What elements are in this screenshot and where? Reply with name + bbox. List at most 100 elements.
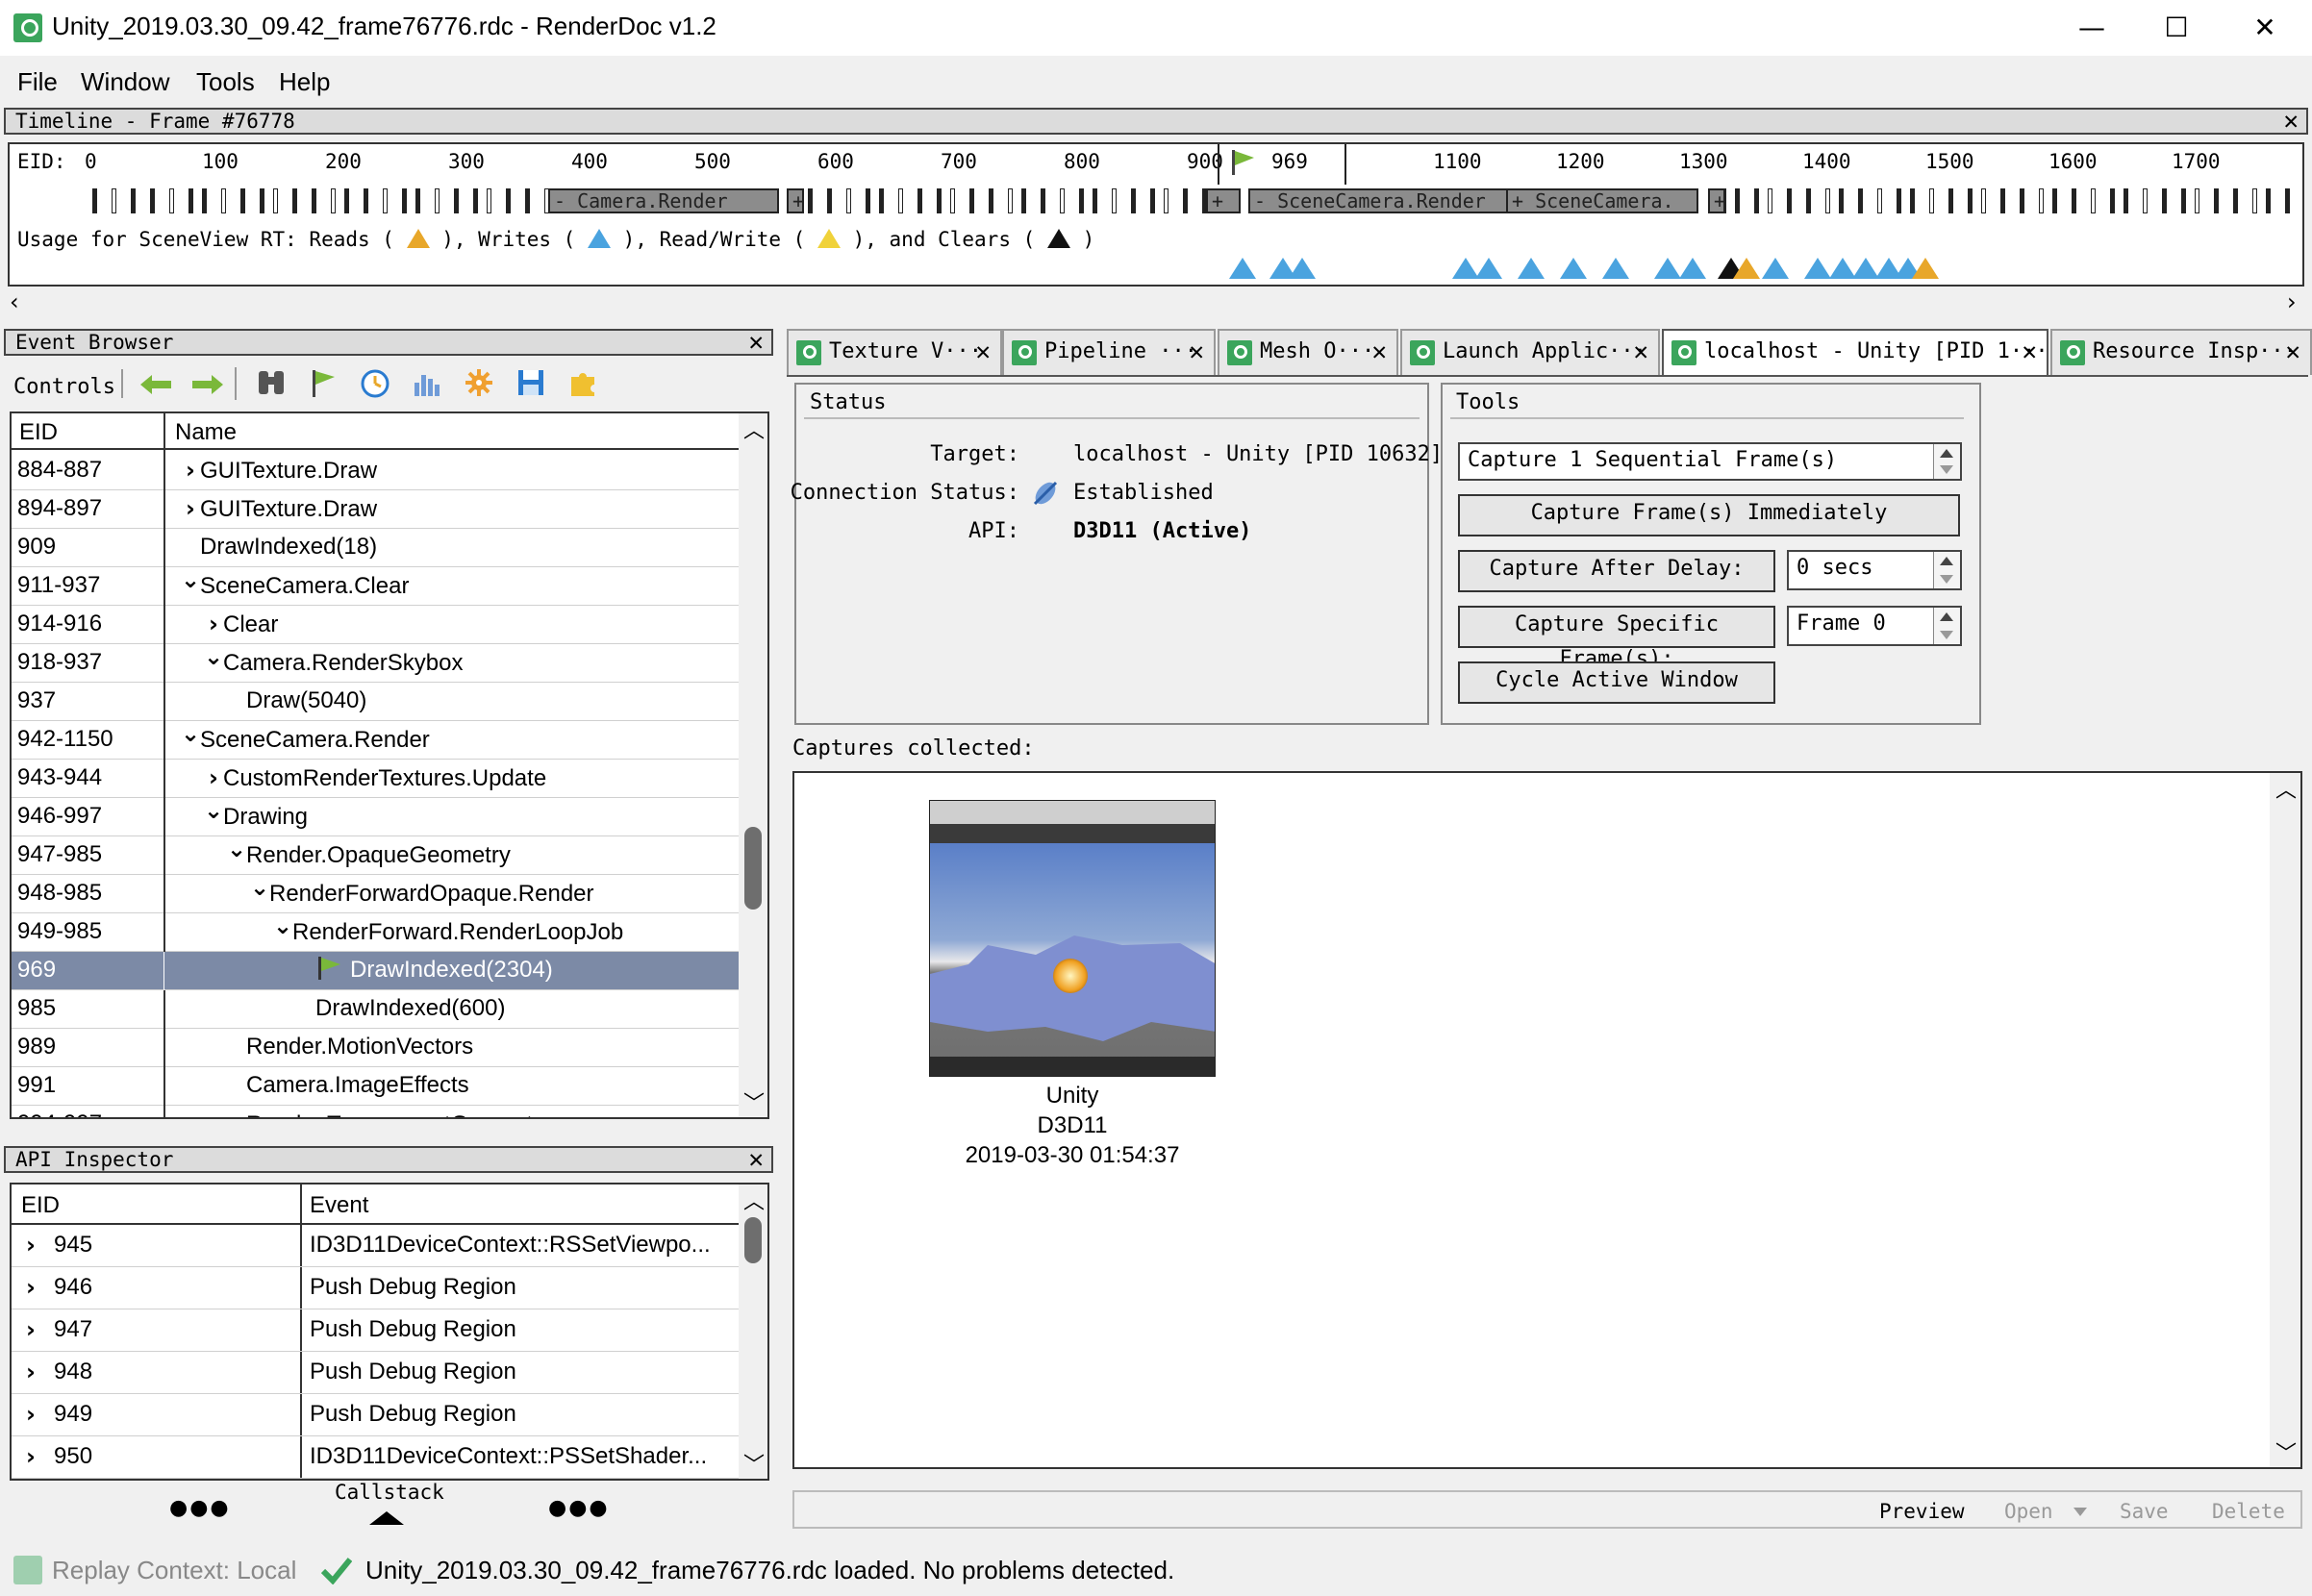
back-arrow-icon[interactable] bbox=[138, 371, 173, 398]
callstack-expand-icon[interactable] bbox=[369, 1511, 404, 1525]
event-browser-scroll-thumb[interactable] bbox=[744, 827, 762, 910]
timeline-event-bar[interactable] bbox=[131, 188, 136, 213]
event-row[interactable]: 914-916 › Clear bbox=[12, 606, 739, 644]
scroll-left-icon[interactable]: ‹ bbox=[10, 288, 19, 315]
event-row[interactable]: 946-997 ⌄Drawing bbox=[12, 797, 739, 836]
timeline-view[interactable]: EID: 0 100 200 300 400 500 600 700 800 900 969 110… bbox=[8, 142, 2304, 287]
event-row[interactable]: 948-985 ⌄RenderForwardOpaque.Render bbox=[12, 874, 739, 913]
timeline-event-bar[interactable] bbox=[2162, 188, 2167, 213]
minimize-button[interactable]: — bbox=[2048, 0, 2135, 56]
tab-launch-application[interactable]: Launch Applic··· ✕ bbox=[1400, 329, 1660, 375]
scroll-up-icon[interactable]: ︿ bbox=[743, 1185, 765, 1215]
save-button[interactable]: Save bbox=[2120, 1500, 2169, 1523]
tab-close-icon[interactable]: ✕ bbox=[2022, 331, 2037, 373]
expand-down-icon[interactable]: ⌄ bbox=[250, 869, 269, 906]
timeline-event-bar[interactable] bbox=[221, 188, 226, 213]
resource-usage-marker-icon[interactable] bbox=[1518, 258, 1545, 279]
scroll-up-icon[interactable]: ︿ bbox=[2275, 773, 2297, 804]
timeline-event-bar[interactable] bbox=[1112, 188, 1117, 213]
timeline-event-bar[interactable] bbox=[169, 188, 174, 213]
captures-list[interactable]: Unity D3D11 2019-03-30 01:54:37 ︿ ﹀ bbox=[792, 771, 2302, 1469]
expand-down-icon[interactable]: ⌄ bbox=[181, 561, 200, 598]
capture-thumbnail[interactable] bbox=[929, 800, 1216, 1077]
expand-right-icon[interactable]: › bbox=[204, 760, 223, 796]
expand-down-icon[interactable]: ⌄ bbox=[204, 792, 223, 829]
timeline-event-bar[interactable] bbox=[1981, 188, 1986, 213]
timeline-event-bar[interactable] bbox=[1877, 188, 1882, 213]
event-row[interactable]: 884-887 › GUITexture.Draw bbox=[12, 452, 739, 490]
timeline-event-bar[interactable] bbox=[2091, 188, 2096, 213]
event-browser-close-icon[interactable]: ✕ bbox=[748, 329, 764, 356]
timeline-event-bar[interactable] bbox=[2285, 188, 2290, 213]
timeline-event-bar[interactable] bbox=[917, 188, 922, 213]
api-inspector-close-icon[interactable]: ✕ bbox=[748, 1146, 764, 1173]
expand-down-icon[interactable]: ⌄ bbox=[204, 638, 223, 675]
event-row[interactable]: 937 Draw(5040) bbox=[12, 683, 739, 721]
timeline-event-bar[interactable] bbox=[1768, 188, 1772, 213]
timeline-event-bar[interactable] bbox=[1897, 188, 1901, 213]
menu-tools[interactable]: Tools bbox=[196, 67, 255, 97]
event-row[interactable]: 969 DrawIndexed(2304) bbox=[12, 952, 739, 990]
save-icon[interactable] bbox=[515, 367, 546, 398]
resource-usage-marker-icon[interactable] bbox=[1289, 258, 1316, 279]
expand-right-icon[interactable]: › bbox=[21, 1394, 40, 1434]
resource-usage-marker-icon[interactable] bbox=[1229, 258, 1256, 279]
tab-localhost-unity[interactable]: localhost - Unity [PID 1··· ✕ bbox=[1662, 329, 2048, 377]
expand-right-icon[interactable]: › bbox=[21, 1436, 40, 1477]
api-call-row[interactable]: › 948 Push Debug Region bbox=[12, 1352, 739, 1394]
capture-immediately-button[interactable]: Capture Frame(s) Immediately bbox=[1458, 494, 1960, 536]
timeline-event-bar[interactable] bbox=[1910, 188, 1915, 213]
timeline-event-bar[interactable] bbox=[473, 188, 478, 213]
api-inspector-table[interactable]: EID Event › 945 ID3D11DeviceContext::RSSet… bbox=[10, 1183, 769, 1481]
timeline-region-marker[interactable]: + bbox=[787, 188, 804, 213]
capture-after-delay-button[interactable]: Capture After Delay: bbox=[1458, 550, 1775, 592]
event-browser-scrollbar[interactable]: ︿ ﹀ bbox=[739, 413, 767, 1117]
event-row[interactable]: 991 Camera.ImageEffects bbox=[12, 1067, 739, 1106]
timeline-event-bar[interactable] bbox=[1787, 188, 1792, 213]
timeline-event-bar[interactable] bbox=[2181, 188, 2186, 213]
delete-button[interactable]: Delete bbox=[2212, 1500, 2285, 1523]
open-button[interactable]: Open bbox=[2004, 1500, 2053, 1523]
sequential-frames-spinbox[interactable]: Capture 1 Sequential Frame(s) bbox=[1458, 442, 1962, 481]
event-row[interactable]: 989 Render.MotionVectors bbox=[12, 1029, 739, 1067]
tab-resource-inspector[interactable]: Resource Insp··· ✕ bbox=[2050, 329, 2312, 375]
expand-right-icon[interactable]: › bbox=[181, 490, 200, 527]
tab-close-icon[interactable]: ✕ bbox=[2285, 331, 2300, 373]
expand-right-icon[interactable]: › bbox=[227, 1106, 246, 1117]
event-browser-tree[interactable]: EID Name 884-887 › GUITexture.Draw 894-897 ›… bbox=[10, 411, 769, 1119]
tab-texture-viewer[interactable]: Texture V··· ✕ bbox=[787, 329, 1002, 375]
api-call-row[interactable]: › 946 Push Debug Region bbox=[12, 1267, 739, 1309]
frame-spinbox[interactable]: Frame 0 bbox=[1787, 606, 1962, 646]
timeline-event-bar[interactable] bbox=[415, 188, 420, 213]
timeline-event-bar[interactable] bbox=[344, 188, 349, 213]
maximize-button[interactable]: ☐ bbox=[2133, 0, 2220, 56]
timeline-event-bar[interactable] bbox=[2143, 188, 2148, 213]
api-inspector-scroll-thumb[interactable] bbox=[744, 1217, 762, 1263]
current-event-flag-icon[interactable] bbox=[1229, 148, 1258, 177]
captures-scrollbar[interactable]: ︿ ﹀ bbox=[2270, 773, 2300, 1467]
timeline-event-bar[interactable] bbox=[525, 188, 530, 213]
expand-right-icon[interactable]: › bbox=[21, 1225, 40, 1265]
resource-usage-marker-icon[interactable] bbox=[1560, 258, 1587, 279]
close-window-button[interactable]: ✕ bbox=[2222, 0, 2308, 56]
expand-right-icon[interactable]: › bbox=[204, 606, 223, 642]
timeline-event-bar[interactable] bbox=[188, 188, 193, 213]
timeline-event-bar[interactable] bbox=[1735, 188, 1740, 213]
settings-icon[interactable] bbox=[464, 367, 494, 398]
spin-arrows-icon[interactable] bbox=[1933, 552, 1960, 588]
timeline-event-bar[interactable] bbox=[1806, 188, 1811, 213]
timeline-event-bar[interactable] bbox=[2052, 188, 2057, 213]
scroll-up-icon[interactable]: ︿ bbox=[743, 413, 765, 444]
find-icon[interactable] bbox=[256, 367, 287, 398]
timeline-event-bar[interactable] bbox=[331, 188, 336, 213]
timeline-event-bar[interactable] bbox=[2195, 188, 2199, 213]
timeline-region-marker[interactable]: + SceneCamera. bbox=[1506, 188, 1698, 213]
api-call-row[interactable]: › 945 ID3D11DeviceContext::RSSetViewpo... bbox=[12, 1225, 739, 1267]
timeline-event-bar[interactable] bbox=[1131, 188, 1136, 213]
scroll-right-icon[interactable]: › bbox=[2287, 288, 2297, 315]
timeline-event-bars[interactable]: - Camera.Render + + - SceneCamera.Render + S… bbox=[10, 185, 2302, 217]
timeline-event-bar[interactable] bbox=[2110, 188, 2115, 213]
timeline-event-bar[interactable] bbox=[969, 188, 974, 213]
timeline-region-marker[interactable]: - SceneCamera.Render bbox=[1248, 188, 1508, 213]
timeline-event-bar[interactable] bbox=[260, 188, 264, 213]
